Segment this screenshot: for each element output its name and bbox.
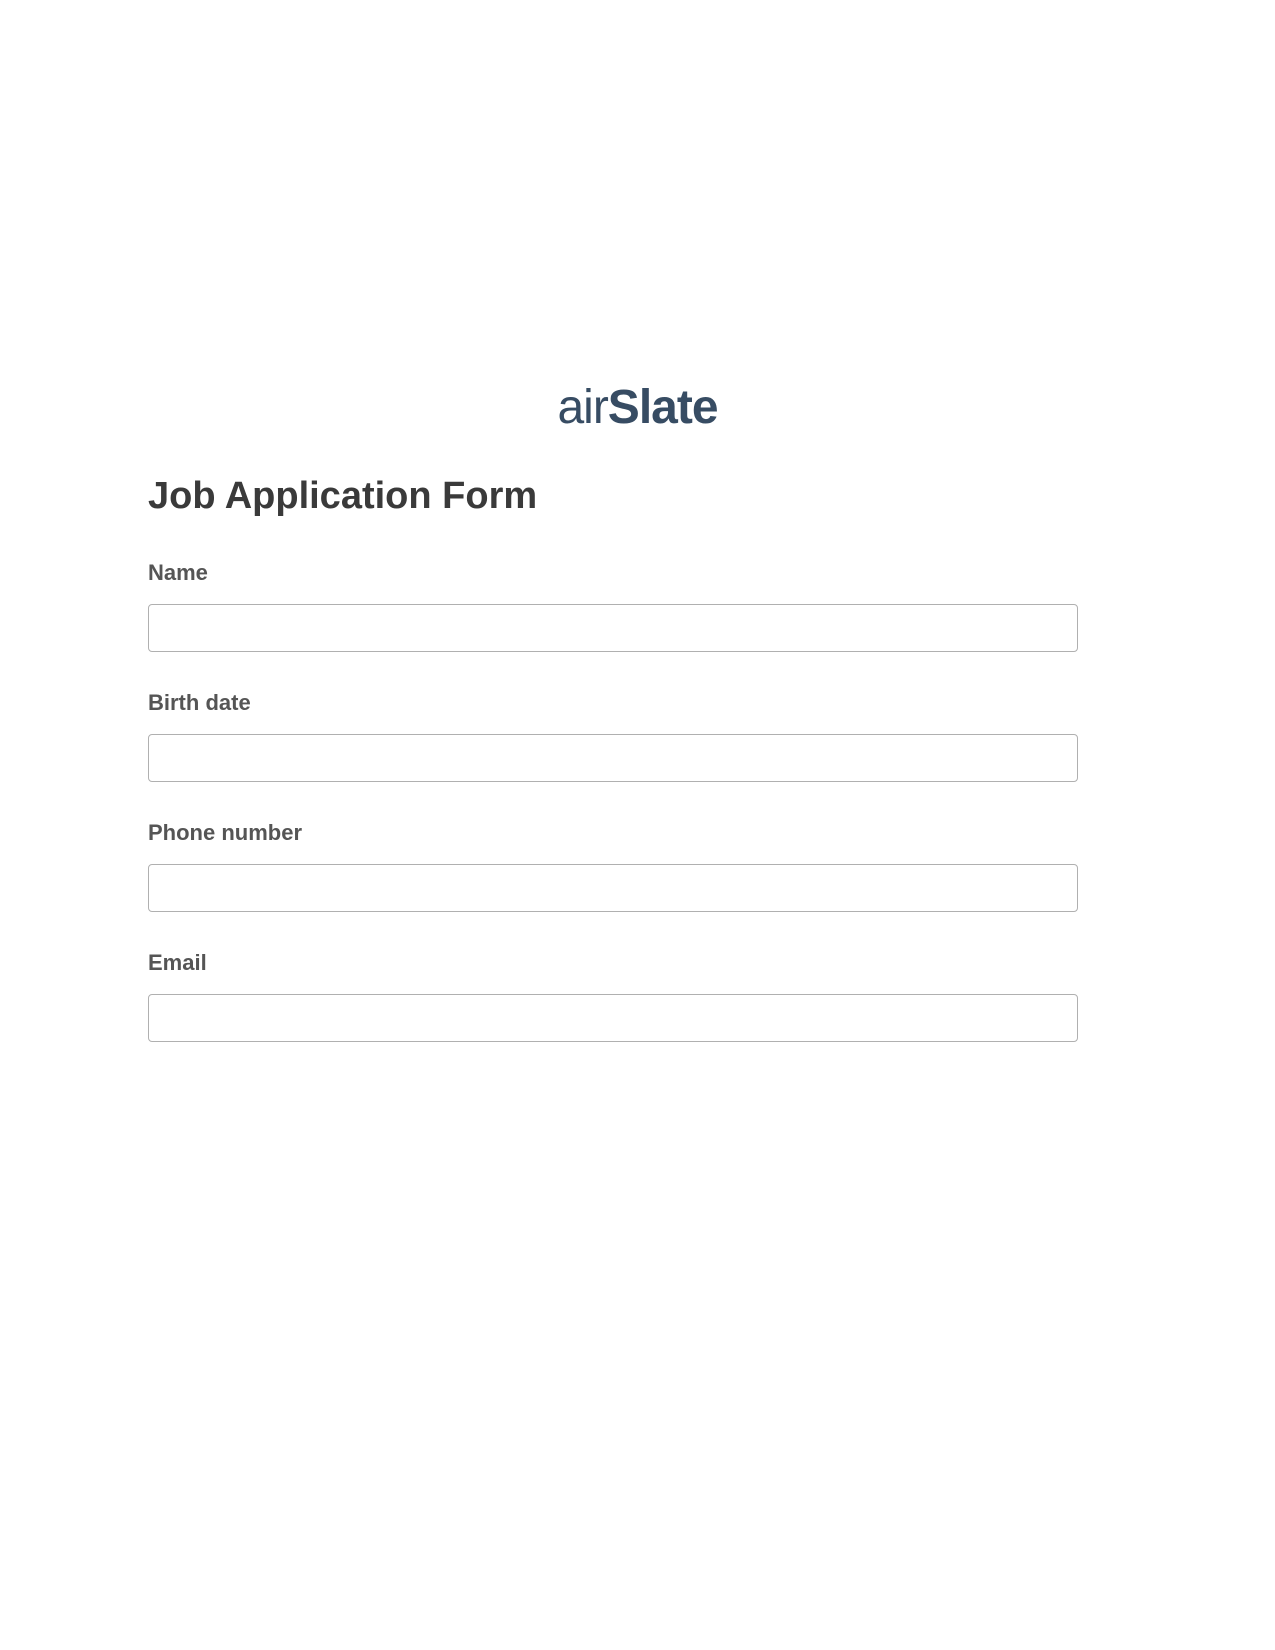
field-group-phone: Phone number xyxy=(148,820,1078,912)
birthdate-input[interactable] xyxy=(148,734,1078,782)
email-input[interactable] xyxy=(148,994,1078,1042)
form-title: Job Application Form xyxy=(148,475,537,518)
logo-suffix: Slate xyxy=(608,381,718,434)
email-label: Email xyxy=(148,950,1078,976)
form-fields-container: Name Birth date Phone number Email xyxy=(148,560,1078,1080)
name-input[interactable] xyxy=(148,604,1078,652)
airslate-logo: airSlate xyxy=(557,380,717,435)
logo-prefix: air xyxy=(557,381,607,434)
field-group-name: Name xyxy=(148,560,1078,652)
field-group-birthdate: Birth date xyxy=(148,690,1078,782)
birthdate-label: Birth date xyxy=(148,690,1078,716)
field-group-email: Email xyxy=(148,950,1078,1042)
name-label: Name xyxy=(148,560,1078,586)
phone-label: Phone number xyxy=(148,820,1078,846)
phone-input[interactable] xyxy=(148,864,1078,912)
